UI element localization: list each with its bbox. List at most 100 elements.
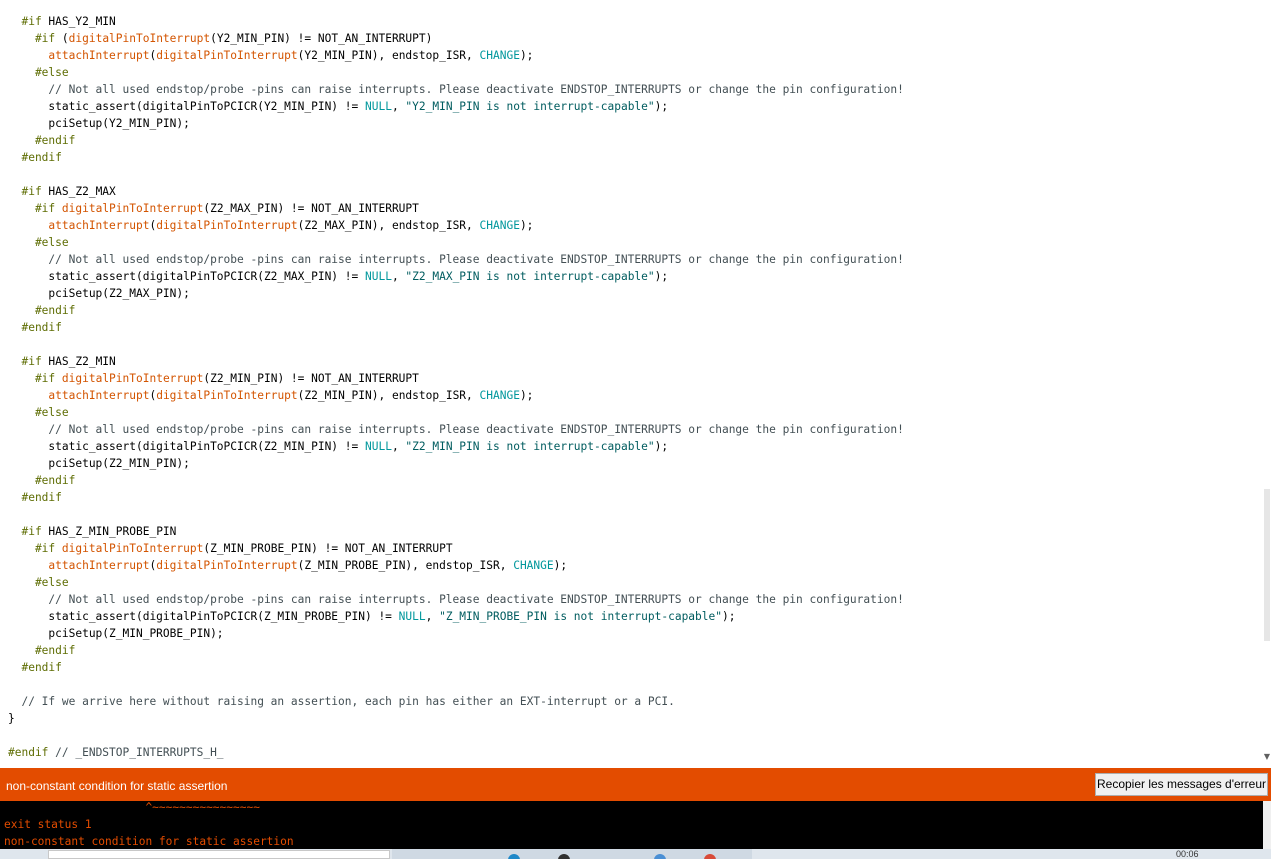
code-line[interactable]: // Not all used endstop/probe -pins can … [8,421,904,438]
code-line[interactable]: attachInterrupt(digitalPinToInterrupt(Y2… [8,47,904,64]
code-token: pciSetup(Y2_MIN_PIN); [8,117,190,130]
code-line[interactable]: #if digitalPinToInterrupt(Z2_MIN_PIN) !=… [8,370,904,387]
console-scrollbar[interactable] [1263,801,1271,849]
code-token: digitalPinToInterrupt [156,389,298,402]
code-token: "Y2_MIN_PIN is not interrupt-capable" [405,100,655,113]
console-line: non-constant condition for static assert… [4,835,294,848]
code-token: (Z2_MAX_PIN), endstop_ISR, [297,219,480,232]
code-line[interactable]: pciSetup(Z2_MAX_PIN); [8,285,904,302]
code-line[interactable]: #else [8,64,904,81]
code-line[interactable]: pciSetup(Z_MIN_PROBE_PIN); [8,625,904,642]
copy-error-messages-button[interactable]: Recopier les messages d'erreur [1095,773,1268,796]
code-token: (Z_MIN_PROBE_PIN), endstop_ISR, [297,559,514,572]
code-token: "Z2_MIN_PIN is not interrupt-capable" [405,440,655,453]
editor-scrollbar[interactable]: ▼ [1263,0,1271,766]
taskbar-search-box[interactable] [48,850,390,859]
code-token: (Z_MIN_PROBE_PIN) != NOT_AN_INTERRUPT [203,542,453,555]
code-line[interactable]: #endif [8,319,904,336]
code-token: HAS_Z2_MAX [41,185,116,198]
edge-icon[interactable] [508,854,520,859]
code-line[interactable] [8,336,904,353]
code-line[interactable]: #else [8,234,904,251]
code-token: ( [55,32,69,45]
store-icon[interactable] [654,854,666,859]
code-token: digitalPinToInterrupt [156,49,298,62]
code-token: , [391,100,406,113]
code-line[interactable]: #endif [8,149,904,166]
code-token: #if [8,32,56,45]
code-line[interactable]: #endif [8,489,904,506]
code-line[interactable]: #if HAS_Z2_MIN [8,353,904,370]
code-token: "Z2_MAX_PIN is not interrupt-capable" [405,270,655,283]
code-line[interactable]: #endif [8,472,904,489]
status-message: non-constant condition for static assert… [6,779,228,793]
code-token: (Z2_MIN_PIN) != NOT_AN_INTERRUPT [203,372,419,385]
code-line[interactable]: #if HAS_Z2_MAX [8,183,904,200]
code-token: (Z2_MAX_PIN) != NOT_AN_INTERRUPT [203,202,419,215]
code-line[interactable]: #else [8,574,904,591]
code-line[interactable]: static_assert(digitalPinToPCICR(Z_MIN_PR… [8,608,904,625]
code-token: #if [8,525,42,538]
code-line[interactable]: #endif [8,302,904,319]
code-line[interactable]: #endif [8,132,904,149]
code-line[interactable]: #if (digitalPinToInterrupt(Y2_MIN_PIN) !… [8,30,904,47]
explorer-icon[interactable] [558,854,570,859]
code-token: // Not all used endstop/probe -pins can … [8,423,904,436]
code-line[interactable] [8,506,904,523]
code-line[interactable]: #if digitalPinToInterrupt(Z2_MAX_PIN) !=… [8,200,904,217]
code-line[interactable]: #endif [8,642,904,659]
code-line[interactable]: // Not all used endstop/probe -pins can … [8,251,903,268]
code-token: #endif [8,491,62,504]
code-line[interactable]: #if HAS_Z_MIN_PROBE_PIN [8,523,904,540]
code-token: CHANGE [479,219,520,232]
code-line[interactable]: pciSetup(Y2_MIN_PIN); [8,115,904,132]
code-token: #if [8,355,42,368]
code-token: CHANGE [479,389,520,402]
code-line[interactable]: // Not all used endstop/probe -pins can … [8,591,903,608]
code-line[interactable]: // Not all used endstop/probe -pins can … [8,81,903,98]
code-token: #endif [8,151,62,164]
scroll-down-arrow-icon[interactable]: ▼ [1263,750,1271,764]
code-line[interactable]: #endif // _ENDSTOP_INTERRUPTS_H_ [8,744,904,761]
code-token: ); [654,270,669,283]
windows-taskbar: 00:06 [0,849,1271,859]
code-line[interactable] [8,166,904,183]
code-editor[interactable]: #if HAS_Y2_MIN #if (digitalPinToInterrup… [0,0,1263,766]
code-token: attachInterrupt [8,219,150,232]
code-token: digitalPinToInterrupt [61,542,204,555]
code-line[interactable]: attachInterrupt(digitalPinToInterrupt(Z_… [8,557,904,574]
code-text[interactable]: #if HAS_Y2_MIN #if (digitalPinToInterrup… [8,13,904,761]
code-token: #endif [8,644,76,657]
code-line[interactable]: attachInterrupt(digitalPinToInterrupt(Z2… [8,217,904,234]
console-output[interactable]: ^~~~~~~~~~~~~~~~~ exit status 1 non-cons… [0,801,1263,849]
code-line[interactable]: static_assert(digitalPinToPCICR(Z2_MIN_P… [8,438,904,455]
code-token: // _ENDSTOP_INTERRUPTS_H_ [48,746,224,759]
code-line[interactable]: pciSetup(Z2_MIN_PIN); [8,455,904,472]
code-line[interactable]: #endif [8,659,904,676]
code-line[interactable]: // If we arrive here without raising an … [8,693,904,710]
code-line[interactable] [8,676,904,693]
chrome-icon[interactable] [704,854,716,859]
code-token: HAS_Z_MIN_PROBE_PIN [41,525,177,538]
code-token: static_assert(digitalPinToPCICR(Z_MIN_PR… [8,610,399,623]
code-line[interactable] [8,727,904,744]
code-token: #else [8,236,69,249]
code-token: #if [8,202,56,215]
code-token: CHANGE [479,49,520,62]
code-line[interactable]: #if digitalPinToInterrupt(Z_MIN_PROBE_PI… [8,540,904,557]
code-line[interactable]: } [8,710,904,727]
code-line[interactable]: #if HAS_Y2_MIN [8,13,904,30]
code-line[interactable]: static_assert(digitalPinToPCICR(Y2_MIN_P… [8,98,904,115]
code-token: ); [519,389,534,402]
code-line[interactable]: static_assert(digitalPinToPCICR(Z2_MAX_P… [8,268,904,285]
code-line[interactable]: #else [8,404,904,421]
code-token: ); [654,440,669,453]
code-token: ); [553,559,568,572]
code-token: attachInterrupt [8,559,150,572]
editor-scrollbar-thumb[interactable] [1264,489,1270,641]
taskbar-clock[interactable]: 00:06 [1176,849,1199,859]
code-line[interactable]: attachInterrupt(digitalPinToInterrupt(Z2… [8,387,904,404]
code-token: HAS_Z2_MIN [41,355,116,368]
